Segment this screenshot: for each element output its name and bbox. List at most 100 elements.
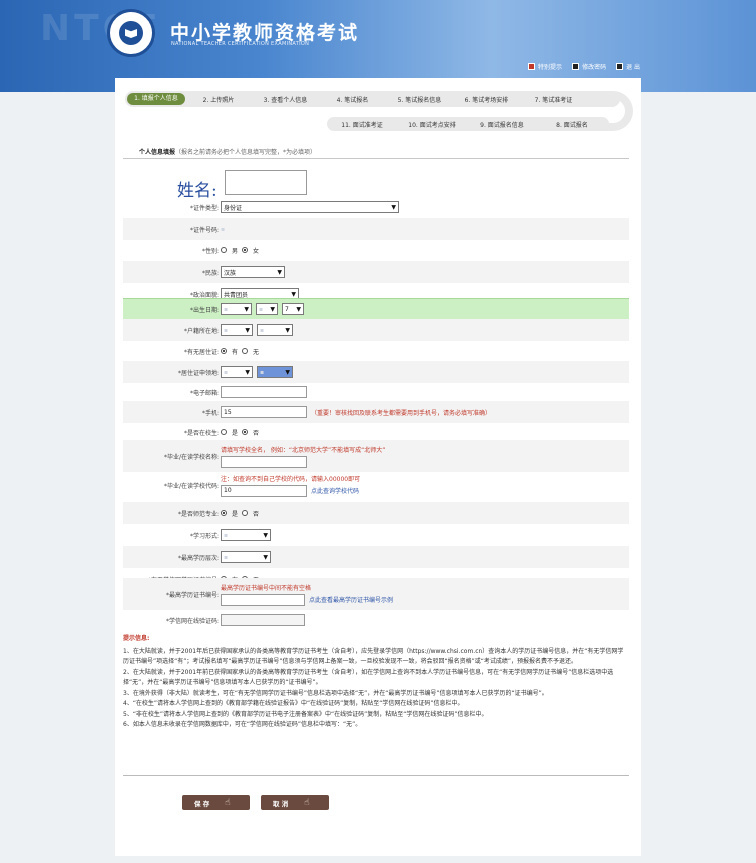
logout-icon [616, 63, 624, 70]
step-1[interactable]: 1. 填报个人信息 [127, 93, 185, 105]
residence-city-select[interactable]: ▪ ▼ [257, 366, 293, 378]
chevron-down-icon: ▼ [263, 553, 268, 561]
step-11[interactable]: 11. 面试准考证 [327, 120, 397, 129]
school-name-field[interactable] [221, 455, 307, 468]
step-9[interactable]: 9. 面试报名信息 [467, 120, 537, 129]
steps-row-2: 11. 面试准考证 10. 面试考点安排 9. 面试报名信息 8. 面试报名 [327, 117, 609, 131]
birth-day-select[interactable]: 7 ▼ [282, 303, 304, 315]
site-logo [107, 9, 155, 57]
phone-note: （重要！审核找回及联系考生都需要用到手机号，请务必填写准确） [311, 409, 492, 417]
row-id-type: *证件类型: 身份证 ▼ [123, 196, 629, 218]
row-residence: *有无居住证: 有无 [183, 348, 260, 356]
row-study-form: *学习形式: ▪ ▼ [123, 524, 629, 546]
footer-divider [123, 775, 629, 776]
section-divider [123, 158, 629, 159]
section-heading: 个人信息填报（报名之前请务必把个人信息填写完整，*为必填项） [139, 147, 316, 156]
chevron-down-icon: ▼ [291, 290, 296, 298]
cert-no-field[interactable] [221, 593, 305, 606]
tip-item: 3、在境外获得（非大陆）就读考生，可在“有无学信网学历证书编号”信息栏选项中选择… [123, 689, 548, 697]
book-icon [125, 29, 137, 38]
chevron-down-icon: ▼ [244, 305, 249, 313]
chevron-down-icon: ▼ [285, 326, 290, 334]
save-button[interactable]: 保 存 ☝ [182, 795, 250, 810]
step-6[interactable]: 6. 笔试考场安排 [453, 95, 520, 104]
tip-item: 2、在大陆就读，并于2001年前已获得国家承认的各类高等教育学历证书考生（含自考… [123, 668, 614, 687]
id-type-select[interactable]: 身份证 ▼ [221, 201, 399, 213]
row-cert-no: *最高学历证书编号: 最高学历证书编号中间不能有空格 点此查看最高学历证书编号示例 [123, 578, 629, 610]
row-id-no: *证件号码: ▪ [123, 218, 629, 240]
chevron-down-icon: ▼ [263, 531, 268, 539]
special-notice-link[interactable]: 特别提示 [528, 62, 562, 71]
residence-yes-radio[interactable] [221, 348, 227, 354]
ethnic-select[interactable]: 汉族 ▼ [221, 266, 285, 278]
birth-year-select[interactable]: ▪ ▼ [221, 303, 252, 315]
step-2[interactable]: 2. 上传照片 [185, 95, 252, 104]
row-ethnic: *民族: 汉族 ▼ [123, 261, 629, 283]
in-school-yes-radio[interactable] [221, 429, 227, 435]
row-email: *电子邮箱: [123, 381, 629, 403]
school-code-hint: 注：如查询不到自己学校的代码，请输入00000即可 [221, 475, 361, 483]
step-8[interactable]: 8. 面试报名 [537, 120, 607, 129]
hukou-province-select[interactable]: ▪ ▼ [221, 324, 253, 336]
row-hukou: *户籍所在地: ▪ ▼ ▪ ▼ [123, 319, 629, 341]
step-5[interactable]: 5. 笔试报名信息 [386, 95, 453, 104]
row-school-name: *毕业/在读学校名称: 请填写学校全名， 例如：“北京师范大学”不能填写成“北师… [123, 440, 629, 472]
tip-item: 5、“非在校生”请将本人学信网上查到的《教育部学历证书电子注册备案表》中“在线验… [123, 710, 488, 718]
hukou-city-select[interactable]: ▪ ▼ [257, 324, 293, 336]
top-links: 特别提示 修改密码 退 出 [528, 62, 640, 71]
logout-link[interactable]: 退 出 [616, 62, 640, 71]
row-verify-code: *学信网在线验证码: [123, 609, 629, 631]
id-no-value: ▪ [221, 225, 226, 233]
chevron-down-icon: ▼ [277, 268, 282, 276]
row-school-code: *毕业/在读学校代码: 注：如查询不到自己学校的代码，请输入00000即可 10 点… [163, 475, 361, 497]
chevron-down-icon: ▼ [296, 305, 301, 313]
section-title: 个人信息填报 [139, 149, 176, 156]
normal-major-yes-radio[interactable] [221, 510, 227, 516]
tip-item: 1、在大陆就读，并于2001年后已获得国家承认的各类高等教育学历证书考生（含自考… [123, 647, 624, 666]
phone-field[interactable]: 15 [221, 406, 307, 418]
normal-major-no-radio[interactable] [242, 510, 249, 516]
cancel-button[interactable]: 取 消 ☝ [261, 795, 329, 810]
in-school-no-radio[interactable] [242, 429, 249, 435]
row-birth: *出生日期: ▪ ▼ ▪ ▼ 7 ▼ [123, 298, 629, 320]
tips-title: 提示信息: [123, 635, 150, 642]
main-panel: 1. 填报个人信息 2. 上传照片 3. 查看个人信息 4. 笔试报名 5. 笔… [115, 78, 641, 856]
chevron-down-icon: ▼ [270, 305, 275, 313]
step-7[interactable]: 7. 笔试准考证 [520, 95, 587, 104]
chevron-down-icon: ▼ [285, 368, 290, 376]
steps-row-1: 1. 填报个人信息 2. 上传照片 3. 查看个人信息 4. 笔试报名 5. 笔… [125, 91, 620, 107]
school-code-field[interactable]: 10 [221, 484, 307, 497]
gender-female-radio[interactable] [242, 247, 249, 253]
cert-no-example-link[interactable]: 点此查看最高学历证书编号示例 [309, 595, 393, 604]
step-3[interactable]: 3. 查看个人信息 [252, 95, 319, 104]
chevron-down-icon: ▼ [245, 326, 250, 334]
chevron-down-icon: ▼ [245, 368, 250, 376]
name-field[interactable] [225, 170, 307, 195]
cert-no-hint: 最高学历证书编号中间不能有空格 [221, 584, 312, 592]
education-select[interactable]: ▪ ▼ [221, 551, 271, 563]
hand-pointer-icon: ☝ [225, 797, 231, 808]
row-phone: *手机: 15 （重要！审核找回及联系考生都需要用到手机号，请务必填写准确） [123, 401, 629, 423]
verify-code-field[interactable] [221, 614, 305, 626]
gender-male-radio[interactable] [221, 247, 227, 253]
step-10[interactable]: 10. 面试考点安排 [397, 120, 467, 129]
email-field[interactable] [221, 386, 307, 398]
notice-icon [528, 63, 536, 70]
step-4[interactable]: 4. 笔试报名 [319, 95, 386, 104]
site-subtitle: NATIONAL TEACHER CERTIFICATION EXAMINATI… [171, 41, 310, 47]
school-code-lookup-link[interactable]: 点此查询学校代码 [311, 486, 359, 495]
residence-province-select[interactable]: ▪ ▼ [221, 366, 253, 378]
study-form-select[interactable]: ▪ ▼ [221, 529, 271, 541]
chevron-down-icon: ▼ [391, 203, 396, 211]
residence-no-radio[interactable] [242, 348, 249, 354]
row-education: *最高学历层次: ▪ ▼ [123, 546, 629, 568]
tip-item: 4、“在校生”请将本人学信网上查到的《教育部学籍在线验证报告》中“在线验证码”复… [123, 700, 464, 707]
birth-month-select[interactable]: ▪ ▼ [256, 303, 278, 315]
row-normal-major: *是否师范专业: 是否 [123, 502, 629, 524]
tips-block: 提示信息: 1、在大陆就读，并于2001年后已获得国家承认的各类高等教育学历证书… [123, 634, 629, 731]
section-note: （报名之前请务必把个人信息填写完整，*为必填项） [175, 149, 317, 156]
row-residence-place: *居住证申领地: ▪ ▼ ▪ ▼ [123, 361, 629, 383]
change-password-link[interactable]: 修改密码 [572, 62, 606, 71]
hand-pointer-icon: ☝ [304, 797, 310, 808]
school-name-hint: 请填写学校全名， 例如：“北京师范大学”不能填写成“北师大” [221, 446, 386, 454]
